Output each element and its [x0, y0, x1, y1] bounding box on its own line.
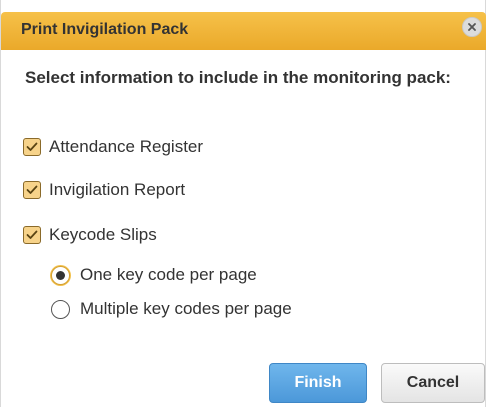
one-key-code-per-page-label: One key code per page: [80, 265, 257, 284]
one-key-code-per-page-option[interactable]: One key code per page: [51, 265, 257, 285]
close-icon: [468, 23, 476, 31]
multiple-key-codes-per-page-radio[interactable]: [51, 299, 70, 319]
invigilation-report-option[interactable]: Invigilation Report: [23, 180, 185, 200]
close-button[interactable]: [462, 17, 482, 37]
finish-button[interactable]: Finish: [269, 363, 367, 403]
keycode-slips-checkbox[interactable]: [23, 226, 41, 244]
instruction-text: Select information to include in the mon…: [25, 68, 451, 87]
one-key-code-per-page-radio[interactable]: [51, 265, 70, 285]
attendance-register-checkbox[interactable]: [23, 138, 41, 156]
cancel-button[interactable]: Cancel: [381, 363, 485, 403]
invigilation-report-label: Invigilation Report: [49, 180, 186, 199]
dialog-title: Print Invigilation Pack: [21, 21, 189, 38]
dialog-titlebar: Print Invigilation Pack: [1, 12, 486, 50]
attendance-register-label: Attendance Register: [49, 137, 204, 156]
multiple-key-codes-per-page-label: Multiple key codes per page: [80, 299, 292, 318]
print-invigilation-pack-dialog: Print Invigilation Pack Select informati…: [0, 0, 486, 407]
multiple-key-codes-per-page-option[interactable]: Multiple key codes per page: [51, 299, 292, 319]
checkmark-icon: [26, 142, 38, 151]
radio-selected-dot: [56, 270, 65, 280]
keycode-slips-label: Keycode Slips: [49, 225, 157, 244]
checkmark-icon: [26, 230, 38, 239]
invigilation-report-checkbox[interactable]: [23, 181, 41, 199]
checkmark-icon: [26, 185, 38, 194]
attendance-register-option[interactable]: Attendance Register: [23, 137, 203, 157]
keycode-slips-option[interactable]: Keycode Slips: [23, 225, 157, 245]
